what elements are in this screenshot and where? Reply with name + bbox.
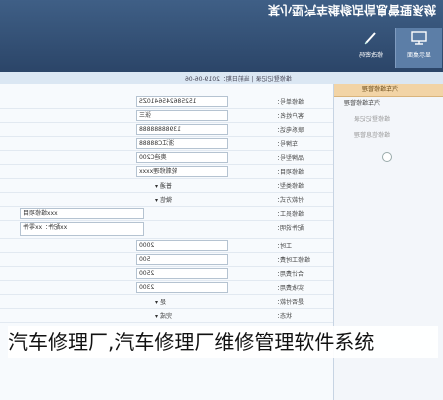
breadcrumb: 维修登记记录 | 当前日期：2019-06-06 (185, 76, 292, 83)
form-row: 奥迪C200 品牌型号： (0, 150, 333, 165)
change-password-button[interactable]: 修改密码 (348, 28, 394, 68)
received-fee-field[interactable]: 2300 (136, 282, 228, 293)
field-label: 维修单号： (274, 99, 305, 106)
field-label: 维修类型： (274, 183, 305, 190)
car-model-field[interactable]: 奥迪C200 (136, 152, 228, 163)
sidebar-item-repair-info[interactable]: 维修信息管理 (354, 130, 443, 142)
repair-type-select[interactable]: ▾ 普通 (155, 181, 172, 190)
field-label: 付款方式： (274, 197, 305, 204)
show-desktop-button[interactable]: 显示桌面 (395, 28, 442, 68)
collapse-toggle-button[interactable] (382, 152, 392, 162)
monitor-icon (396, 30, 442, 50)
plate-number-field[interactable]: 浙江C88888 (136, 138, 228, 149)
field-label: 是否付款： (274, 299, 305, 306)
form-row: 张三 客户姓名： (0, 108, 333, 123)
parts-notes-textarea[interactable]: xx配件：xx零件 (20, 222, 144, 236)
field-label: 合计费用： (274, 271, 305, 278)
field-label: 维修项目： (274, 169, 305, 176)
top-bar: 某小型汽车维修店信息管理系统 显示桌面 修改密码 (0, 0, 443, 72)
form-row: ▾ 是 是否付款： (0, 294, 333, 309)
form-row: ▾ 普通 维修类型： (0, 178, 333, 193)
field-label: 维修工时费： (274, 257, 311, 264)
labor-hours-field[interactable]: 2000 (136, 240, 228, 251)
phone-field[interactable]: 13988888888 (136, 124, 228, 135)
paid-select[interactable]: ▾ 是 (155, 297, 166, 306)
form-row: 500 维修工时费： (0, 252, 333, 267)
show-desktop-label: 显示桌面 (407, 52, 432, 59)
form-row: 1525862456410ZS 维修单号： (0, 94, 333, 109)
repair-staff-field[interactable]: xxx维修项目 (20, 208, 144, 219)
labor-fee-field[interactable]: 500 (136, 254, 228, 265)
field-label: 工时： (274, 243, 293, 250)
form-row: xxx维修项目 维修员工： (0, 206, 333, 221)
sidebar-header[interactable]: 汽车维修管理 (334, 84, 443, 97)
sidebar-item-repair-management[interactable]: 汽车维修管理 (344, 98, 440, 110)
app-title: 某小型汽车维修店信息管理系统 (267, 3, 436, 17)
field-label: 客户姓名： (274, 113, 305, 120)
field-label: 状态： (274, 313, 293, 320)
form-row: xx配件：xx零件 配件说明： (0, 220, 333, 239)
payment-method-select[interactable]: ▾ 微信 (155, 195, 172, 204)
form-row: 2300 实收费用： (0, 280, 333, 295)
caption-text: 汽车修理厂,汽车修理厂维修管理软件系统 (8, 326, 438, 358)
customer-name-field[interactable]: 张三 (136, 110, 228, 121)
repair-number-field[interactable]: 1525862456410ZS (136, 96, 228, 107)
status-select[interactable]: ▾ 完成 (155, 311, 172, 320)
form-row: 2500 合计费用： (0, 266, 333, 281)
form-row: 轮毂修理xxxx 维修项目： (0, 164, 333, 179)
form-row: 2000 工时： (0, 238, 333, 253)
field-label: 品牌型号： (274, 155, 305, 162)
field-label: 联系电话： (274, 127, 305, 134)
form-row: 浙江C88888 车牌号： (0, 136, 333, 151)
form-row: ▾ 完成 状态： (0, 308, 333, 323)
change-password-label: 修改密码 (359, 52, 384, 59)
form-row: 13988888888 联系电话： (0, 122, 333, 137)
total-fee-field[interactable]: 2500 (136, 268, 228, 279)
form-row: ▾ 微信 付款方式： (0, 192, 333, 207)
repair-item-field[interactable]: 轮毂修理xxxx (136, 166, 228, 177)
field-label: 配件说明： (274, 225, 305, 232)
pencil-icon (348, 30, 394, 50)
sidebar-item-repair-records[interactable]: 维修登记记录 (354, 114, 443, 126)
field-label: 实收费用： (274, 285, 305, 292)
field-label: 车牌号： (274, 141, 299, 148)
field-label: 维修员工： (274, 211, 305, 218)
